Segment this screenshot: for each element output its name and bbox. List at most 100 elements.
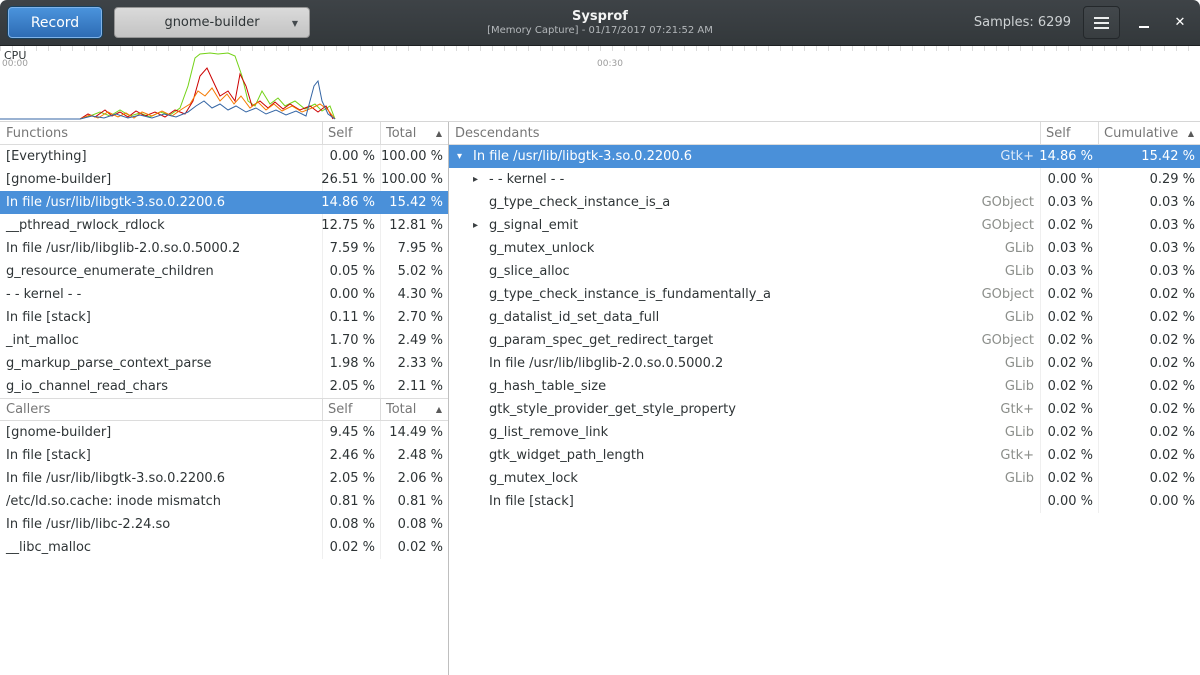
- descendant-row[interactable]: g_datalist_id_set_data_fullGLib0.02 %0.0…: [449, 306, 1200, 329]
- function-row-total: 4.30 %: [380, 283, 448, 306]
- descendant-row[interactable]: ▸g_signal_emitGObject0.02 %0.03 %: [449, 214, 1200, 237]
- function-row[interactable]: [gnome-builder]26.51 %100.00 %: [0, 168, 448, 191]
- descendant-row[interactable]: g_mutex_unlockGLib0.03 %0.03 %: [449, 237, 1200, 260]
- function-row-total: 100.00 %: [380, 145, 448, 168]
- descendant-library: Gtk+: [990, 402, 1034, 417]
- descendant-row[interactable]: g_slice_allocGLib0.03 %0.03 %: [449, 260, 1200, 283]
- record-button[interactable]: Record: [8, 7, 102, 38]
- descendant-row[interactable]: g_type_check_instance_is_aGObject0.03 %0…: [449, 191, 1200, 214]
- descendant-cumulative: 0.02 %: [1098, 444, 1200, 467]
- descendant-row[interactable]: gtk_style_provider_get_style_propertyGtk…: [449, 398, 1200, 421]
- descendant-name: In file /usr/lib/libgtk-3.so.0.2200.6: [473, 149, 692, 164]
- cpu-graph[interactable]: CPU 00:00 00:30: [0, 46, 1200, 122]
- minimize-button[interactable]: [1132, 11, 1156, 35]
- descendant-name-cell: g_type_check_instance_is_fundamentally_a…: [449, 287, 1040, 302]
- descendant-cumulative: 0.02 %: [1098, 283, 1200, 306]
- callers-column-header[interactable]: Callers: [0, 402, 322, 417]
- expander-closed-icon[interactable]: ▸: [473, 175, 489, 185]
- callers-self-column-header[interactable]: Self: [322, 399, 380, 420]
- descendant-library: GLib: [995, 310, 1034, 325]
- hamburger-icon: [1094, 22, 1109, 24]
- function-row-self: 1.98 %: [322, 352, 380, 375]
- descendants-self-column-header[interactable]: Self: [1040, 122, 1098, 144]
- descendant-name-cell: g_slice_allocGLib: [449, 264, 1040, 279]
- descendant-cumulative: 0.03 %: [1098, 214, 1200, 237]
- header-right-group: Samples: 6299 ✕: [974, 6, 1192, 39]
- descendant-row[interactable]: g_hash_table_sizeGLib0.02 %0.02 %: [449, 375, 1200, 398]
- descendant-library: GObject: [972, 195, 1034, 210]
- caller-row-self: 0.81 %: [322, 490, 380, 513]
- function-row-total: 2.11 %: [380, 375, 448, 398]
- descendant-row[interactable]: g_list_remove_linkGLib0.02 %0.02 %: [449, 421, 1200, 444]
- function-row-name: __pthread_rwlock_rdlock: [0, 218, 322, 233]
- descendant-cumulative: 0.29 %: [1098, 168, 1200, 191]
- function-row-self: 0.00 %: [322, 283, 380, 306]
- descendant-self: 0.02 %: [1040, 444, 1098, 467]
- menu-button[interactable]: [1083, 6, 1120, 39]
- sort-ascending-icon: ▲: [436, 405, 442, 414]
- chevron-down-icon: ▼: [292, 19, 298, 28]
- functions-total-column-label: Total: [386, 126, 416, 141]
- caller-row[interactable]: /etc/ld.so.cache: inode mismatch0.81 %0.…: [0, 490, 448, 513]
- descendant-name-group: g_mutex_lock: [473, 471, 578, 486]
- descendants-cumulative-column-header[interactable]: Cumulative ▲: [1098, 122, 1200, 144]
- header-bar: Record gnome-builder ▼ Sysprof [Memory C…: [0, 0, 1200, 46]
- callers-total-column-label: Total: [386, 402, 416, 417]
- function-row[interactable]: In file /usr/lib/libgtk-3.so.0.2200.614.…: [0, 191, 448, 214]
- process-selector-dropdown[interactable]: gnome-builder ▼: [114, 7, 310, 38]
- caller-row[interactable]: In file /usr/lib/libgtk-3.so.0.2200.62.0…: [0, 467, 448, 490]
- callers-total-column-header[interactable]: Total ▲: [380, 399, 448, 420]
- function-row[interactable]: [Everything]0.00 %100.00 %: [0, 145, 448, 168]
- function-row[interactable]: - - kernel - -0.00 %4.30 %: [0, 283, 448, 306]
- descendant-row[interactable]: In file [stack]0.00 %0.00 %: [449, 490, 1200, 513]
- descendant-name-cell: gtk_widget_path_lengthGtk+: [449, 448, 1040, 463]
- functions-total-column-header[interactable]: Total ▲: [380, 122, 448, 144]
- descendant-name: gtk_widget_path_length: [489, 448, 644, 463]
- function-row[interactable]: In file [stack]0.11 %2.70 %: [0, 306, 448, 329]
- caller-row[interactable]: __libc_malloc0.02 %0.02 %: [0, 536, 448, 559]
- descendant-row[interactable]: gtk_widget_path_lengthGtk+0.02 %0.02 %: [449, 444, 1200, 467]
- functions-column-header[interactable]: Functions: [0, 126, 322, 141]
- descendant-cumulative: 0.03 %: [1098, 237, 1200, 260]
- caller-row-self: 0.02 %: [322, 536, 380, 559]
- descendant-name: g_type_check_instance_is_a: [489, 195, 670, 210]
- descendant-row[interactable]: g_mutex_lockGLib0.02 %0.02 %: [449, 467, 1200, 490]
- expander-closed-icon[interactable]: ▸: [473, 221, 489, 231]
- function-row[interactable]: __pthread_rwlock_rdlock12.75 %12.81 %: [0, 214, 448, 237]
- function-row[interactable]: g_markup_parse_context_parse1.98 %2.33 %: [0, 352, 448, 375]
- caller-row[interactable]: In file /usr/lib/libc-2.24.so0.08 %0.08 …: [0, 513, 448, 536]
- descendants-column-header[interactable]: Descendants: [449, 126, 1040, 141]
- descendant-cumulative: 0.02 %: [1098, 375, 1200, 398]
- descendant-name-cell: gtk_style_provider_get_style_propertyGtk…: [449, 402, 1040, 417]
- descendant-row[interactable]: In file /usr/lib/libglib-2.0.so.0.5000.2…: [449, 352, 1200, 375]
- descendant-cumulative: 0.03 %: [1098, 260, 1200, 283]
- descendant-name-group: g_slice_alloc: [473, 264, 570, 279]
- function-row[interactable]: g_io_channel_read_chars2.05 %2.11 %: [0, 375, 448, 398]
- descendants-cumulative-column-label: Cumulative: [1104, 126, 1178, 141]
- descendant-row[interactable]: g_param_spec_get_redirect_targetGObject0…: [449, 329, 1200, 352]
- function-row-name: [Everything]: [0, 149, 322, 164]
- expander-open-icon[interactable]: ▾: [457, 152, 473, 162]
- descendant-name-cell: In file [stack]: [449, 494, 1040, 509]
- caller-row-name: __libc_malloc: [0, 540, 322, 555]
- descendant-row[interactable]: ▸- - kernel - -0.00 %0.29 %: [449, 168, 1200, 191]
- callers-list: [gnome-builder]9.45 %14.49 %In file [sta…: [0, 421, 448, 559]
- descendant-self: 0.02 %: [1040, 467, 1098, 490]
- caller-row[interactable]: In file [stack]2.46 %2.48 %: [0, 444, 448, 467]
- function-row[interactable]: _int_malloc1.70 %2.49 %: [0, 329, 448, 352]
- function-row[interactable]: In file /usr/lib/libglib-2.0.so.0.5000.2…: [0, 237, 448, 260]
- descendant-row[interactable]: g_type_check_instance_is_fundamentally_a…: [449, 283, 1200, 306]
- functions-self-column-header[interactable]: Self: [322, 122, 380, 144]
- descendant-name-group: g_param_spec_get_redirect_target: [473, 333, 713, 348]
- window-subtitle: [Memory Capture] - 01/17/2017 07:21:52 A…: [487, 24, 713, 37]
- function-row-total: 5.02 %: [380, 260, 448, 283]
- descendant-name: g_type_check_instance_is_fundamentally_a: [489, 287, 771, 302]
- function-row-self: 7.59 %: [322, 237, 380, 260]
- descendant-row[interactable]: ▾In file /usr/lib/libgtk-3.so.0.2200.6Gt…: [449, 145, 1200, 168]
- caller-row[interactable]: [gnome-builder]9.45 %14.49 %: [0, 421, 448, 444]
- descendant-self: 0.02 %: [1040, 306, 1098, 329]
- function-row[interactable]: g_resource_enumerate_children0.05 %5.02 …: [0, 260, 448, 283]
- close-button[interactable]: ✕: [1168, 11, 1192, 35]
- descendant-name: g_mutex_lock: [489, 471, 578, 486]
- descendant-self: 0.03 %: [1040, 237, 1098, 260]
